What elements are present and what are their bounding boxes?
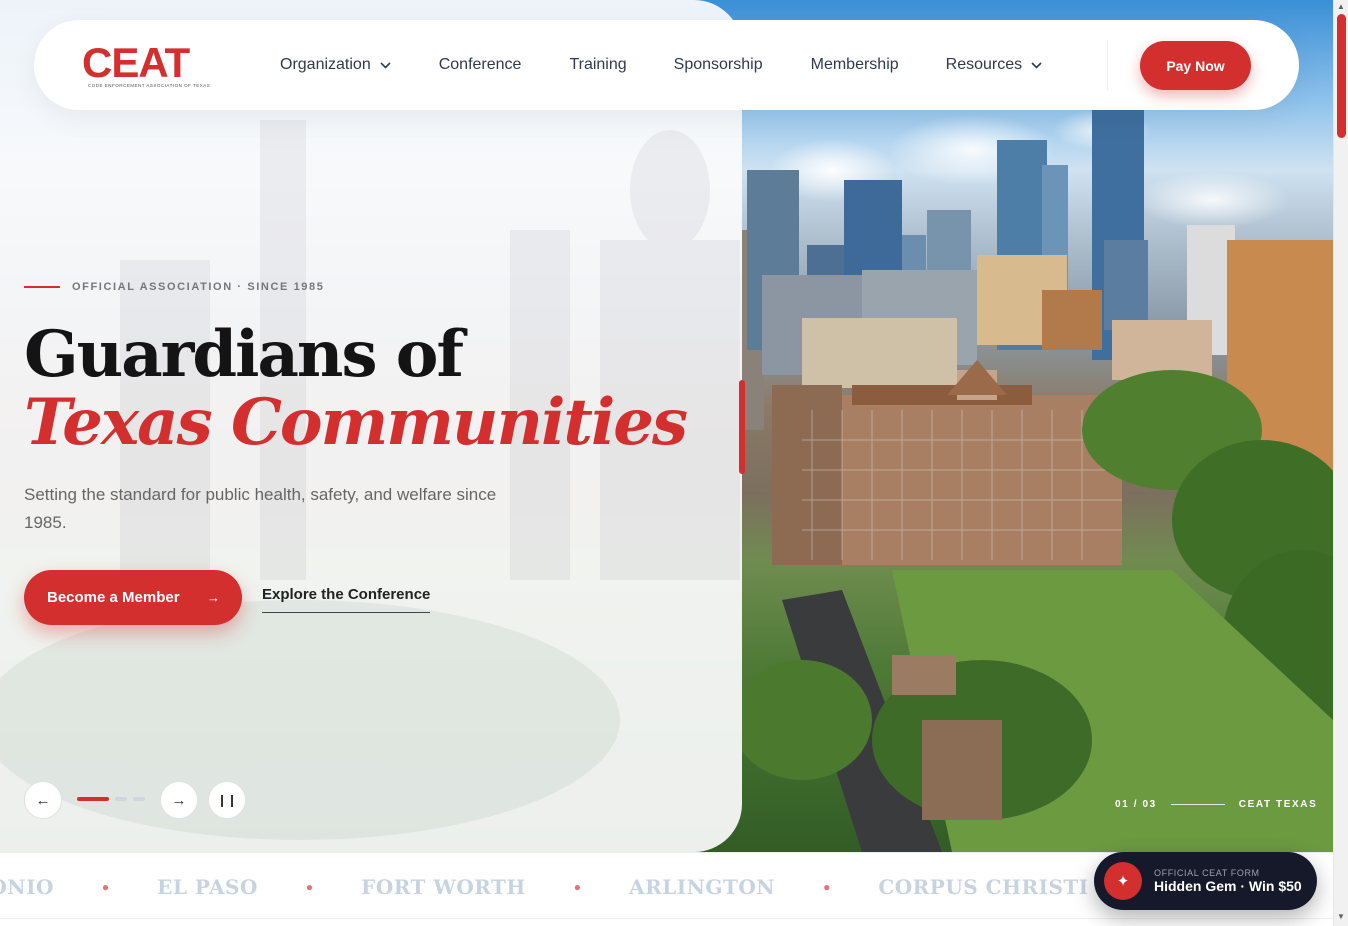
eyebrow-accent-line xyxy=(24,286,60,288)
explore-conference-link[interactable]: Explore the Conference xyxy=(262,586,431,613)
slide-progress-indicator xyxy=(739,380,745,474)
counter-divider xyxy=(1170,804,1225,805)
nav-item-label: Resources xyxy=(945,56,1023,73)
scroll-thumb[interactable] xyxy=(1337,14,1346,138)
hidden-gem-toast[interactable]: ✦ OFFICIAL CEAT FORM Hidden Gem · Win $5… xyxy=(1094,852,1317,910)
marquee-track: TONIO ● EL PASO ● FORT WORTH ● ARLINGTON… xyxy=(0,853,1223,918)
nav-item-conference[interactable]: Conference xyxy=(439,56,522,74)
toast-text: OFFICIAL CEAT FORM Hidden Gem · Win $50 xyxy=(1154,868,1302,894)
become-member-label: Become a Member xyxy=(47,589,180,606)
previous-slide-button[interactable]: ← xyxy=(24,781,62,819)
marquee-separator: ● xyxy=(101,879,110,894)
marquee-city: TONIO xyxy=(0,874,54,899)
marquee-city: FORT WORTH xyxy=(361,874,526,899)
slide-dot-2[interactable] xyxy=(115,797,127,801)
pause-slideshow-button[interactable]: ❙❙ xyxy=(208,781,246,819)
slide-dot-1[interactable] xyxy=(77,797,109,801)
nav-item-membership[interactable]: Membership xyxy=(811,56,899,74)
hero-subtitle: Setting the standard for public health, … xyxy=(24,485,497,532)
arrow-right-icon: → xyxy=(171,791,187,809)
hero-section: OFFICIAL ASSOCIATION · SINCE 1985 Guardi… xyxy=(0,0,1333,852)
marquee-city: CORPUS CHRISTI xyxy=(878,874,1089,899)
nav-item-label: Membership xyxy=(810,56,899,73)
slide-caption: CEAT TEXAS xyxy=(1238,799,1318,810)
slide-dot-3[interactable] xyxy=(133,797,145,801)
eyebrow-text: OFFICIAL ASSOCIATION · SINCE 1985 xyxy=(72,281,325,293)
become-member-button[interactable]: Become a Member → xyxy=(24,570,242,625)
scroll-up-arrow-icon[interactable]: ▲ xyxy=(1337,2,1345,11)
hero-title-line1: Guardians of xyxy=(24,317,464,392)
toast-kicker: OFFICIAL CEAT FORM xyxy=(1154,868,1260,878)
marquee-separator: ● xyxy=(573,879,582,894)
chevron-down-icon xyxy=(380,61,391,69)
sparkle-icon: ✦ xyxy=(1104,862,1142,900)
nav-links: Organization Conference Training Sponsor… xyxy=(280,20,1042,110)
slide-counter-text: 01 / 03 xyxy=(1115,799,1157,810)
page-scrollbar[interactable]: ▲ ▼ xyxy=(1333,0,1348,926)
toast-title: Hidden Gem · Win $50 xyxy=(1154,878,1302,894)
nav-item-training[interactable]: Training xyxy=(569,56,626,74)
marquee-separator: ● xyxy=(305,879,314,894)
marquee-city: ARLINGTON xyxy=(629,874,776,899)
nav-item-resources[interactable]: Resources xyxy=(946,56,1042,74)
logo-subtitle: CODE ENFORCEMENT ASSOCIATION OF TEXAS xyxy=(88,83,211,88)
nav-item-label: Sponsorship xyxy=(673,56,763,73)
nav-item-organization[interactable]: Organization xyxy=(280,56,391,74)
slide-dots xyxy=(77,797,145,801)
marquee-separator: ● xyxy=(823,879,831,894)
pay-now-button[interactable]: Pay Now xyxy=(1140,41,1251,90)
nav-item-label: Organization xyxy=(280,56,371,73)
hero-eyebrow: OFFICIAL ASSOCIATION · SINCE 1985 xyxy=(24,281,324,293)
hero-title-line2: Texas Communities xyxy=(24,385,688,460)
ceat-logo[interactable]: CEAT CODE ENFORCEMENT ASSOCIATION OF TEX… xyxy=(82,39,212,92)
arrow-left-icon: ← xyxy=(35,791,51,809)
main-navigation: CEAT CODE ENFORCEMENT ASSOCIATION OF TEX… xyxy=(34,20,1299,110)
nav-divider xyxy=(1107,40,1108,90)
next-slide-button[interactable]: → xyxy=(160,781,198,819)
nav-item-sponsorship[interactable]: Sponsorship xyxy=(674,56,763,74)
nav-item-label: Training xyxy=(569,56,627,73)
nav-item-label: Conference xyxy=(438,56,522,73)
city-skyline-illustration xyxy=(742,110,1333,852)
arrow-right-icon: → xyxy=(207,590,220,605)
marquee-city: EL PASO xyxy=(157,874,258,899)
slide-counter: 01 / 03 CEAT TEXAS xyxy=(1115,799,1317,810)
chevron-down-icon xyxy=(1031,61,1042,69)
scroll-down-arrow-icon[interactable]: ▼ xyxy=(1337,912,1345,921)
pause-icon: ❙❙ xyxy=(216,793,238,807)
logo-wordmark: CEAT xyxy=(82,39,190,86)
hero-title: Guardians of Texas Communities xyxy=(24,317,688,460)
